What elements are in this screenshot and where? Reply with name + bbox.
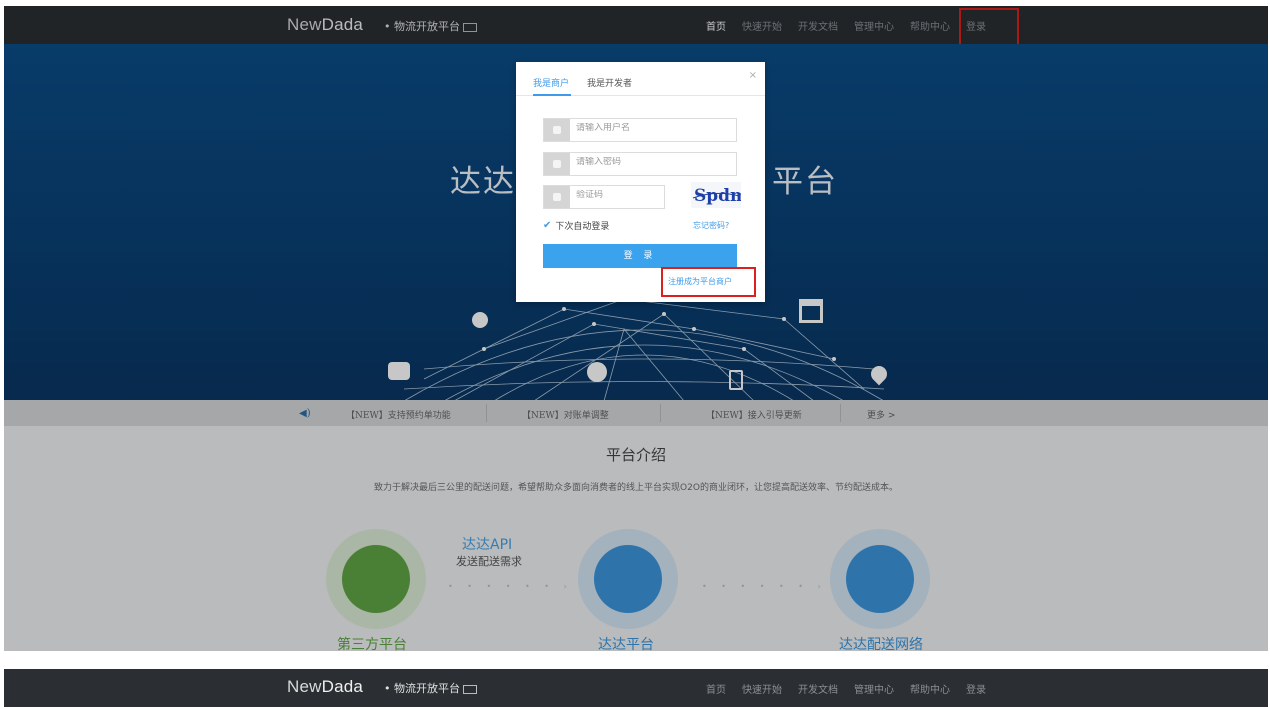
register-highlight-box	[661, 267, 756, 297]
nav-login[interactable]: 登录	[966, 681, 986, 696]
secondary-nav: NewDada • 物流开放平台 首页 快速开始 开发文档 管理中心 帮助中心 …	[4, 669, 1268, 707]
checkmark-icon[interactable]: ✔	[543, 220, 551, 231]
lock-icon	[544, 153, 570, 175]
nav-quickstart[interactable]: 快速开始	[742, 681, 782, 696]
logo-subtitle: • 物流开放平台	[384, 680, 477, 696]
tab-merchant[interactable]: 我是商户	[533, 76, 569, 89]
user-icon	[544, 119, 570, 141]
active-tab-indicator	[533, 94, 571, 96]
logo-dada: Dada	[321, 677, 364, 696]
page: NewDada • 物流开放平台 首页 快速开始 开发文档 管理中心 帮助中心 …	[0, 0, 1270, 709]
username-field	[543, 118, 737, 142]
username-input[interactable]	[576, 123, 726, 133]
nav-help[interactable]: 帮助中心	[910, 681, 950, 696]
main-view: NewDada • 物流开放平台 首页 快速开始 开发文档 管理中心 帮助中心 …	[4, 6, 1268, 651]
nav-links: 首页 快速开始 开发文档 管理中心 帮助中心 登录	[706, 681, 986, 696]
tab-developer[interactable]: 我是开发者	[587, 76, 632, 89]
logo-new: New	[287, 677, 322, 696]
captcha-image[interactable]: Spdm	[691, 182, 741, 208]
captcha-icon	[544, 186, 570, 208]
password-field	[543, 152, 737, 176]
login-tabs: 我是商户 我是开发者 ×	[516, 62, 765, 96]
login-modal: 我是商户 我是开发者 × Spdm	[516, 62, 765, 302]
remember-label: 下次自动登录	[555, 222, 610, 232]
nav-docs[interactable]: 开发文档	[798, 681, 838, 696]
keyboard-icon	[463, 684, 477, 694]
password-input[interactable]	[576, 157, 726, 167]
forgot-password-link[interactable]: 忘记密码?	[693, 220, 729, 231]
close-icon[interactable]: ×	[749, 70, 757, 81]
logo[interactable]: NewDada	[287, 677, 363, 697]
logo-subtitle-text: • 物流开放平台	[384, 682, 460, 695]
captcha-input[interactable]	[576, 190, 656, 200]
login-button[interactable]: 登 录	[543, 244, 737, 268]
nav-admin[interactable]: 管理中心	[854, 681, 894, 696]
captcha-field	[543, 185, 665, 209]
nav-home[interactable]: 首页	[706, 681, 726, 696]
remember-me[interactable]: ✔ 下次自动登录	[543, 219, 609, 232]
